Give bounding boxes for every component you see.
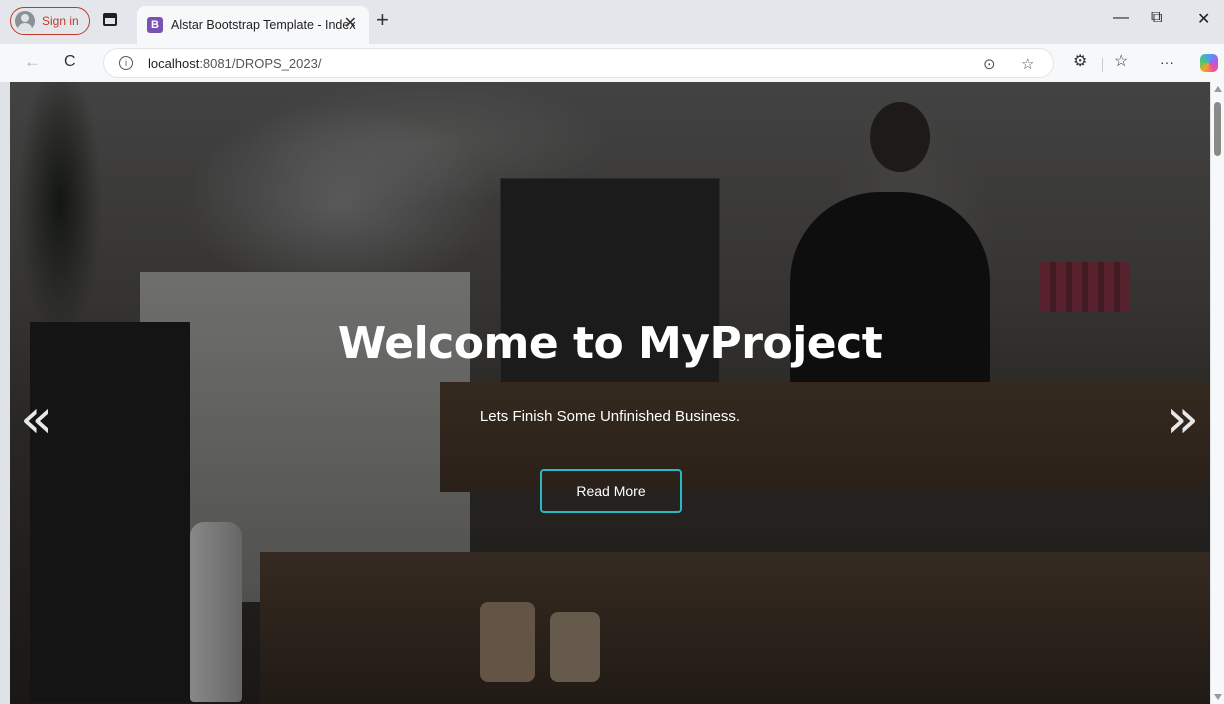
hero-dark-overlay	[10, 82, 1210, 704]
carousel-next-icon[interactable]: »	[1166, 392, 1199, 446]
extensions-icon[interactable]: ⚙	[1073, 53, 1087, 71]
address-bar[interactable]: i localhost:8081/DROPS_2023/ ⊙ ☆	[103, 48, 1054, 78]
url-path: :8081/DROPS_2023/	[199, 56, 322, 71]
restore-icon[interactable]: ⧉	[1151, 9, 1162, 27]
favorites-list-icon[interactable]: ☆	[1114, 53, 1128, 71]
more-icon[interactable]: ···	[1160, 53, 1174, 71]
reader-icon[interactable]: ⊙	[983, 55, 996, 73]
back-icon[interactable]: ←	[24, 53, 41, 71]
scroll-down-icon[interactable]	[1214, 694, 1222, 700]
new-tab-button[interactable]: +	[376, 9, 389, 31]
minimize-icon[interactable]: —	[1113, 9, 1129, 27]
browser-toolbar: ← C i localhost:8081/DROPS_2023/ ⊙ ☆ ⚙ ☆…	[0, 44, 1224, 82]
page-viewport: Welcome to MyProject Lets Finish Some Un…	[10, 82, 1210, 704]
favorite-icon[interactable]: ☆	[1021, 55, 1034, 73]
sign-in-button[interactable]: Sign in	[10, 7, 90, 35]
carousel-prev-icon[interactable]: «	[20, 392, 53, 446]
copilot-icon[interactable]	[1200, 54, 1218, 72]
page-scrollbar[interactable]	[1211, 82, 1224, 704]
tab-close-icon[interactable]: ✕	[344, 16, 357, 32]
scroll-thumb[interactable]	[1214, 102, 1221, 156]
reload-icon[interactable]: C	[64, 53, 76, 71]
address-url[interactable]: localhost:8081/DROPS_2023/	[148, 56, 321, 71]
toolbar-separator	[1102, 58, 1103, 72]
url-host: localhost	[148, 56, 200, 71]
bootstrap-favicon-icon: B	[147, 17, 163, 33]
sign-in-label: Sign in	[42, 14, 79, 28]
site-info-icon[interactable]: i	[119, 56, 133, 70]
hero-title: Welcome to MyProject	[337, 318, 883, 369]
tab-actions-icon[interactable]	[103, 13, 121, 29]
tab-title: Alstar Bootstrap Template - Index	[171, 18, 356, 32]
read-more-button[interactable]: Read More	[540, 469, 682, 513]
window-close-icon[interactable]: ✕	[1197, 9, 1210, 29]
browser-tab-strip: Sign in B Alstar Bootstrap Template - In…	[0, 0, 1224, 44]
tab-active[interactable]: B Alstar Bootstrap Template - Index ✕	[137, 6, 369, 44]
scroll-up-icon[interactable]	[1214, 86, 1222, 92]
profile-avatar-icon	[15, 11, 35, 31]
hero-subtitle: Lets Finish Some Unfinished Business.	[479, 408, 741, 425]
